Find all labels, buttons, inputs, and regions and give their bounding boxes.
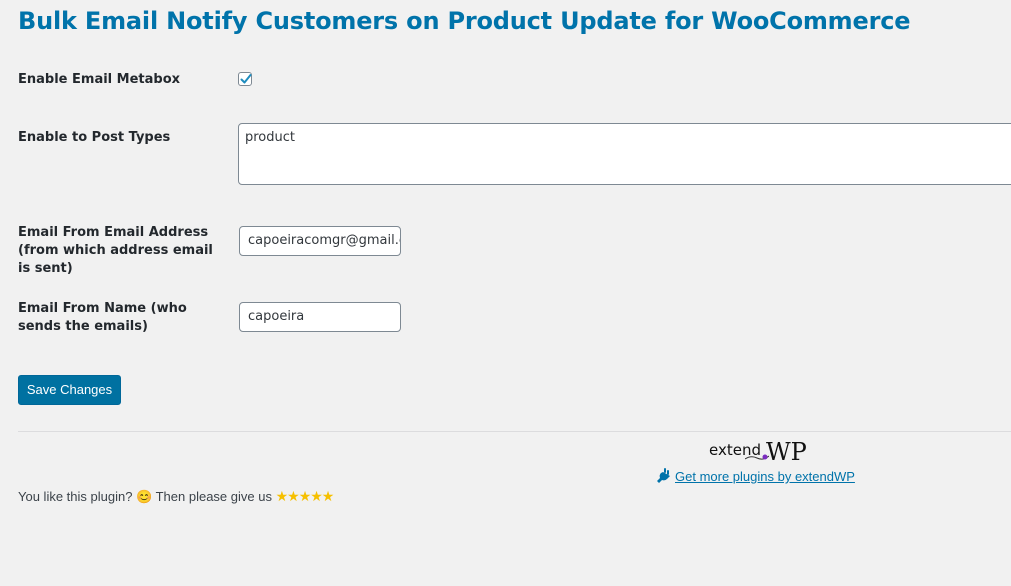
post-types-label: Enable to Post Types	[18, 130, 171, 145]
get-more-plugins-link[interactable]: Get more plugins by extendWP	[655, 468, 855, 484]
enable-metabox-label: Enable Email Metabox	[18, 72, 181, 87]
five-stars-link[interactable]: ★★★★★	[276, 488, 335, 504]
enable-metabox-checkbox[interactable]	[238, 72, 252, 86]
separator	[18, 431, 1011, 432]
extendwp-logo: extend WP	[709, 438, 809, 466]
rating-prompt: You like this plugin? 😊 Then please give…	[18, 488, 335, 505]
plug-icon	[657, 468, 670, 483]
page-title: Bulk Email Notify Customers on Product U…	[18, 7, 911, 35]
rating-prompt-text: You like this plugin? 😊 Then please give…	[18, 489, 272, 504]
logo-wp-text: WP	[766, 438, 807, 466]
checkmark-icon	[240, 74, 252, 84]
post-types-textarea[interactable]: product	[238, 123, 1011, 185]
email-from-name-label: Email From Name (who sends the emails)	[18, 301, 187, 334]
save-changes-button[interactable]: Save Changes	[18, 375, 121, 405]
get-more-plugins-label: Get more plugins by extendWP	[675, 469, 855, 484]
email-from-address-input[interactable]: capoeiracomgr@gmail.com	[239, 226, 401, 256]
email-from-name-input[interactable]: capoeira	[239, 302, 401, 332]
email-from-address-label: Email From Email Address (from which add…	[18, 225, 213, 276]
